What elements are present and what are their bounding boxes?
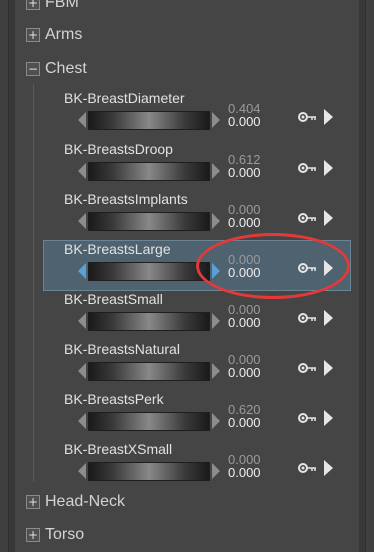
morph-row-breastsimplants[interactable]: BK-BreastsImplants 0.000 0.000 — [44, 191, 350, 240]
decrement-arrow-icon[interactable] — [78, 213, 86, 229]
key-icon[interactable] — [298, 361, 318, 375]
value-slider[interactable] — [88, 212, 210, 231]
morph-row-breastsmall[interactable]: BK-BreastSmall 0.000 0.000 — [44, 291, 350, 340]
morph-default: 0.000 — [228, 415, 261, 430]
play-arrow-icon[interactable] — [324, 360, 333, 376]
play-arrow-icon[interactable] — [324, 310, 333, 326]
key-icon[interactable] — [298, 261, 318, 275]
decrement-arrow-icon[interactable] — [78, 163, 86, 179]
morph-name: BK-BreastsDroop — [64, 141, 173, 157]
decrement-arrow-icon[interactable] — [78, 112, 86, 128]
morph-row-breastslarge[interactable]: BK-BreastsLarge 0.000 0.000 — [43, 240, 351, 291]
key-icon[interactable] — [298, 211, 318, 225]
decrement-arrow-icon[interactable] — [78, 363, 86, 379]
morph-name: BK-BreastSmall — [64, 291, 163, 307]
group-chest[interactable]: − Chest — [26, 58, 87, 80]
morph-name: BK-BreastXSmall — [64, 441, 173, 457]
panel-right-rail — [359, 0, 365, 552]
play-arrow-icon[interactable] — [324, 210, 333, 226]
increment-arrow-icon[interactable] — [212, 313, 220, 329]
play-arrow-icon[interactable] — [324, 460, 333, 476]
morph-default: 0.000 — [228, 265, 261, 280]
value-slider[interactable] — [88, 412, 210, 431]
morph-default: 0.000 — [228, 114, 261, 129]
key-icon[interactable] — [298, 110, 318, 124]
morph-row-breastdiameter[interactable]: BK-BreastDiameter 0.404 0.000 — [44, 90, 350, 139]
morph-default: 0.000 — [228, 465, 261, 480]
morph-row-breastsperk[interactable]: BK-BreastsPerk 0.620 0.000 — [44, 391, 350, 440]
value-slider[interactable] — [88, 162, 210, 181]
decrement-arrow-icon[interactable] — [78, 263, 86, 279]
value-slider[interactable] — [88, 462, 210, 481]
decrement-arrow-icon[interactable] — [78, 313, 86, 329]
increment-arrow-icon[interactable] — [212, 363, 220, 379]
play-arrow-icon[interactable] — [324, 160, 333, 176]
key-icon[interactable] — [298, 461, 318, 475]
morph-name: BK-BreastDiameter — [64, 90, 185, 106]
expand-icon[interactable]: + — [26, 28, 40, 42]
value-slider[interactable] — [88, 111, 210, 130]
value-slider[interactable] — [88, 262, 210, 281]
group-head-neck[interactable]: + Head-Neck — [26, 491, 125, 513]
increment-arrow-icon[interactable] — [212, 213, 220, 229]
collapse-icon[interactable]: − — [26, 62, 40, 76]
morph-name: BK-BreastsPerk — [64, 391, 164, 407]
increment-arrow-icon[interactable] — [212, 413, 220, 429]
morph-default: 0.000 — [228, 215, 261, 230]
expand-icon[interactable]: + — [26, 495, 40, 509]
morph-row-breastsnatural[interactable]: BK-BreastsNatural 0.000 0.000 — [44, 341, 350, 390]
increment-arrow-icon[interactable] — [212, 263, 220, 279]
play-arrow-icon[interactable] — [324, 109, 333, 125]
morph-name: BK-BreastsNatural — [64, 341, 180, 357]
group-torso[interactable]: + Torso — [26, 524, 84, 546]
group-fbm[interactable]: + FBM — [26, 0, 79, 14]
key-icon[interactable] — [298, 411, 318, 425]
group-label: Arms — [45, 26, 83, 43]
key-icon[interactable] — [298, 161, 318, 175]
value-slider[interactable] — [88, 312, 210, 331]
tree-line — [33, 84, 34, 482]
play-arrow-icon[interactable] — [324, 410, 333, 426]
group-label: FBM — [45, 0, 79, 11]
group-arms[interactable]: + Arms — [26, 24, 82, 46]
morph-row-breastsdroop[interactable]: BK-BreastsDroop 0.612 0.000 — [44, 141, 350, 190]
expand-icon[interactable]: + — [26, 528, 40, 542]
morph-name: BK-BreastsImplants — [64, 191, 188, 207]
decrement-arrow-icon[interactable] — [78, 413, 86, 429]
increment-arrow-icon[interactable] — [212, 112, 220, 128]
increment-arrow-icon[interactable] — [212, 463, 220, 479]
morph-default: 0.000 — [228, 165, 261, 180]
decrement-arrow-icon[interactable] — [78, 463, 86, 479]
key-icon[interactable] — [298, 311, 318, 325]
morph-name: BK-BreastsLarge — [64, 241, 171, 257]
group-label: Head-Neck — [45, 493, 126, 510]
play-arrow-icon[interactable] — [324, 260, 333, 276]
panel-left-rail — [9, 0, 15, 552]
morph-row-breastxsmall[interactable]: BK-BreastXSmall 0.000 0.000 — [44, 441, 350, 490]
value-slider[interactable] — [88, 362, 210, 381]
morph-default: 0.000 — [228, 315, 261, 330]
morph-default: 0.000 — [228, 365, 261, 380]
expand-icon[interactable]: + — [26, 0, 40, 10]
group-label: Chest — [45, 60, 87, 77]
increment-arrow-icon[interactable] — [212, 163, 220, 179]
group-label: Torso — [45, 526, 85, 543]
